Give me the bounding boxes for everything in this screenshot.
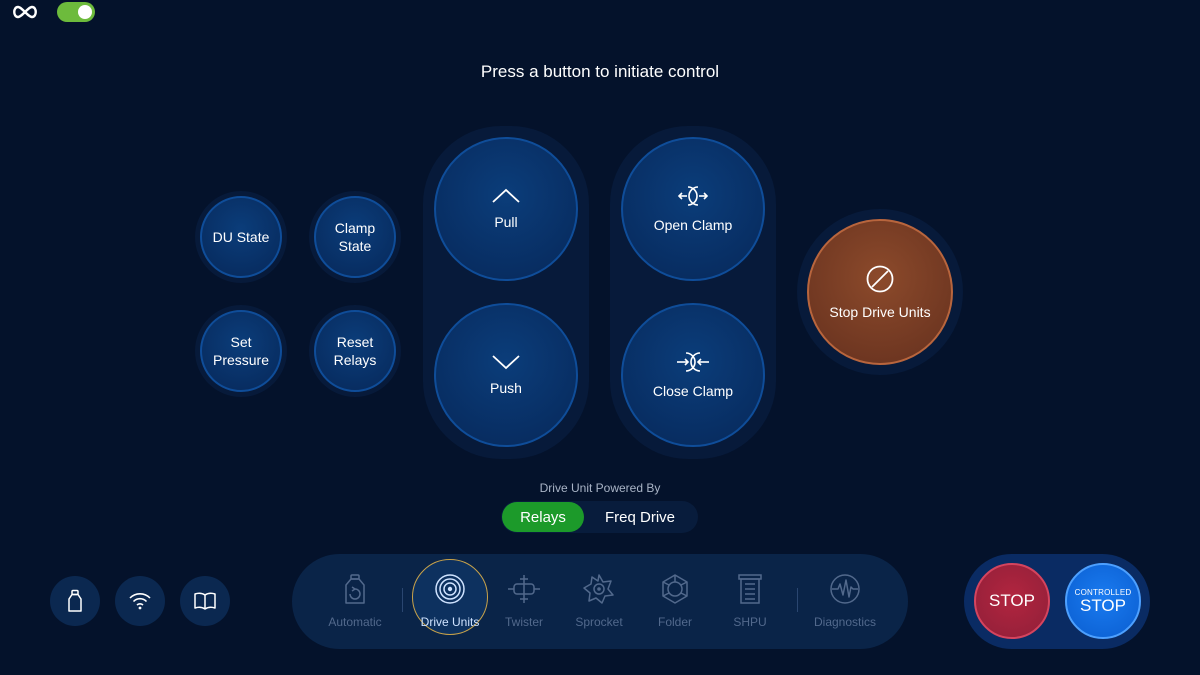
nav-diagnostics[interactable]: Diagnostics xyxy=(808,554,882,649)
nav-drive-units[interactable]: Drive Units xyxy=(413,554,487,649)
controlled-stop-label: STOP xyxy=(1080,595,1126,615)
nav-automatic-label: Automatic xyxy=(328,615,382,629)
powered-by-label: Drive Unit Powered By xyxy=(539,481,661,495)
wifi-button[interactable] xyxy=(115,576,165,626)
stop-label: STOP xyxy=(989,591,1035,610)
nav-drive-units-label: Drive Units xyxy=(420,615,480,629)
controlled-stop-button[interactable]: CONTROLLED STOP xyxy=(1065,563,1141,639)
reset-relays-label: Reset Relays xyxy=(333,334,377,368)
book-icon xyxy=(194,592,216,610)
infinity-icon xyxy=(10,2,40,22)
nav-automatic[interactable]: Automatic xyxy=(318,554,392,649)
set-pressure-label: Set Pressure xyxy=(212,334,270,368)
pull-button[interactable]: Pull xyxy=(434,137,578,281)
twister-icon xyxy=(508,575,540,603)
relays-option[interactable]: Relays xyxy=(502,502,584,532)
reset-relays-button[interactable]: Reset Relays xyxy=(314,310,396,392)
close-clamp-button[interactable]: Close Clamp xyxy=(621,303,765,447)
chevron-down-icon xyxy=(492,355,520,370)
nav-sprocket-label: Sprocket xyxy=(575,615,623,629)
toggle-knob xyxy=(78,5,92,19)
drive-units-icon xyxy=(435,574,465,604)
instruction-text: Press a button to initiate control xyxy=(480,62,720,81)
push-button[interactable]: Push xyxy=(434,303,578,447)
book-button[interactable] xyxy=(180,576,230,626)
wifi-icon xyxy=(129,593,151,610)
bottle-button[interactable] xyxy=(50,576,100,626)
nav-shpu[interactable]: SHPU xyxy=(713,554,787,649)
open-clamp-icon xyxy=(677,186,709,206)
nav-twister[interactable]: Twister xyxy=(487,554,561,649)
diagnostics-icon xyxy=(830,574,860,604)
prohibited-icon xyxy=(866,265,894,293)
sprocket-icon xyxy=(583,574,614,604)
freq-drive-option[interactable]: Freq Drive xyxy=(584,502,696,532)
automatic-icon xyxy=(345,574,365,604)
bottle-icon xyxy=(68,589,82,612)
du-state-label: DU State xyxy=(212,229,270,245)
push-label: Push xyxy=(490,380,522,396)
open-clamp-button[interactable]: Open Clamp xyxy=(621,137,765,281)
nav-separator xyxy=(402,588,403,612)
stop-controls: STOP CONTROLLED STOP xyxy=(964,554,1150,649)
close-clamp-label: Close Clamp xyxy=(652,383,734,399)
du-state-button[interactable]: DU State xyxy=(200,196,282,278)
close-clamp-icon xyxy=(677,352,709,372)
nav-folder-label: Folder xyxy=(657,615,692,629)
stop-button[interactable]: STOP xyxy=(974,563,1050,639)
mode-toggle[interactable] xyxy=(57,2,95,22)
open-clamp-label: Open Clamp xyxy=(653,217,733,233)
nav-diagnostics-label: Diagnostics xyxy=(813,615,877,629)
powered-by-selector: Relays Freq Drive xyxy=(501,501,698,533)
nav-separator xyxy=(797,588,798,612)
folder-icon xyxy=(662,574,688,604)
nav-shpu-label: SHPU xyxy=(733,615,767,629)
chevron-up-icon xyxy=(492,188,520,203)
bottom-nav: Automatic Drive Units Twister Sprocket F… xyxy=(292,554,908,649)
stop-drive-units-label: Stop Drive Units xyxy=(829,304,931,320)
pull-label: Pull xyxy=(494,214,518,230)
nav-sprocket[interactable]: Sprocket xyxy=(562,554,636,649)
nav-twister-label: Twister xyxy=(504,615,543,629)
clamp-state-button[interactable]: Clamp State xyxy=(314,196,396,278)
clamp-state-label: Clamp State xyxy=(334,220,376,254)
set-pressure-button[interactable]: Set Pressure xyxy=(200,310,282,392)
shpu-icon xyxy=(738,574,762,604)
nav-folder[interactable]: Folder xyxy=(638,554,712,649)
stop-drive-units-button[interactable]: Stop Drive Units xyxy=(807,219,953,365)
